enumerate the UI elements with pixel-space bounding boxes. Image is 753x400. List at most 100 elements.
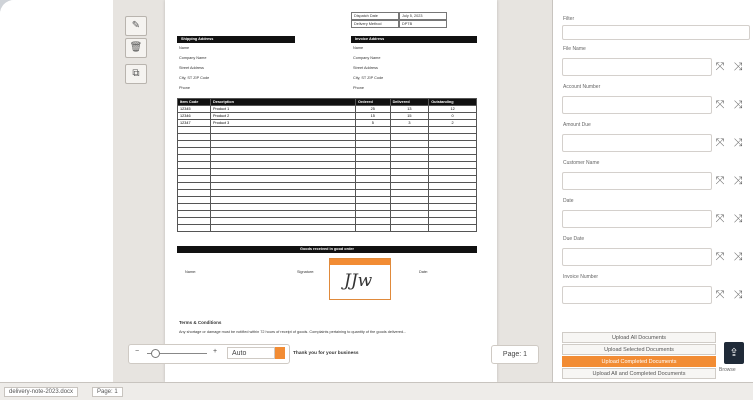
table-row-empty xyxy=(177,168,477,176)
table-cell: 12347 xyxy=(177,119,211,127)
shipping-line: Street Address xyxy=(179,66,204,70)
upload-all-completed-button[interactable]: Upload All and Completed Documents xyxy=(562,368,716,379)
items-table: Item Code Description Ordered Delivered … xyxy=(177,98,477,232)
date-input[interactable] xyxy=(562,210,712,228)
zoom-out-button[interactable]: − xyxy=(135,348,139,355)
zoom-control: − + Auto xyxy=(128,344,290,364)
field-label-account-number: Account Number xyxy=(563,84,601,90)
table-cell: 12 xyxy=(428,105,477,113)
collapse-icon[interactable]: ⤨ xyxy=(731,288,745,302)
table-row-empty xyxy=(177,154,477,162)
amount-due-input[interactable] xyxy=(562,134,712,152)
file-name-input[interactable] xyxy=(562,58,712,76)
table-row-empty xyxy=(177,182,477,190)
table-cell: Product 3 xyxy=(210,119,356,127)
delivery-label: Delivery Method xyxy=(351,20,399,28)
table-cell: 5 xyxy=(355,119,391,127)
table-row-empty xyxy=(177,126,477,134)
expand-icon[interactable]: ⤧ xyxy=(713,250,727,264)
delivery-value: DPTB xyxy=(399,20,447,28)
table-row-empty xyxy=(177,140,477,148)
table-cell: 13 xyxy=(389,105,430,113)
goods-received-title: Goods received in good order xyxy=(177,246,477,253)
upload-caption: Browse xyxy=(719,367,736,373)
table-row: 12346 Product 2 15 15 0 xyxy=(177,112,477,120)
expand-icon[interactable]: ⤧ xyxy=(713,60,727,74)
table-row-empty xyxy=(177,203,477,211)
zoom-slider-handle[interactable] xyxy=(151,349,160,358)
pen-icon[interactable]: ✎ xyxy=(125,16,147,36)
annotation-toolbar: ✎ 🗑 ⧉ xyxy=(123,0,149,382)
table-row-empty xyxy=(177,161,477,169)
collapse-icon[interactable]: ⤨ xyxy=(731,174,745,188)
signature-box[interactable]: JJw xyxy=(329,258,391,300)
expand-icon[interactable]: ⤧ xyxy=(713,98,727,112)
collapse-icon[interactable]: ⤨ xyxy=(731,250,745,264)
name-label: Name: xyxy=(185,270,197,274)
field-label-due-date: Due Date xyxy=(563,236,585,242)
page-tab[interactable]: Page: 1 xyxy=(92,387,123,397)
collapse-icon[interactable]: ⤨ xyxy=(731,136,745,150)
table-cell: 15 xyxy=(389,112,430,120)
page-indicator[interactable]: Page: 1 xyxy=(491,345,539,364)
column-header: Description xyxy=(210,98,356,106)
table-row-empty xyxy=(177,147,477,155)
table-cell: 0 xyxy=(428,112,477,120)
invoice-line: Company Name xyxy=(353,56,381,60)
field-label-customer-name: Customer Name xyxy=(563,160,600,166)
table-cell: 12346 xyxy=(177,112,211,120)
table-header-row: Item Code Description Ordered Delivered … xyxy=(177,98,477,106)
table-row-empty xyxy=(177,224,477,232)
file-tab[interactable]: delivery-note-2023.docx xyxy=(4,387,79,397)
left-gutter xyxy=(0,0,113,382)
table-cell: 15 xyxy=(355,112,391,120)
collapse-icon[interactable]: ⤨ xyxy=(731,60,745,74)
expand-icon[interactable]: ⤧ xyxy=(713,288,727,302)
customer-name-input[interactable] xyxy=(562,172,712,190)
metadata-panel: Filter File Name ⤧ ⤨ Account Number ⤧ ⤨ … xyxy=(553,0,753,382)
shipping-line: Name xyxy=(179,46,190,50)
expand-icon[interactable]: ⤧ xyxy=(713,174,727,188)
expand-icon[interactable]: ⤧ xyxy=(713,212,727,226)
copy-icon[interactable]: ⧉ xyxy=(125,64,147,84)
invoice-number-input[interactable] xyxy=(562,286,712,304)
upload-completed-button[interactable]: Upload Completed Documents xyxy=(562,356,716,367)
invoice-line: Name xyxy=(353,46,364,50)
table-cell: 3 xyxy=(389,119,430,127)
filter-input[interactable] xyxy=(562,25,750,40)
status-bar: delivery-note-2023.docx Page: 1 xyxy=(0,382,753,400)
upload-icon[interactable]: ⇪ xyxy=(724,342,744,364)
column-header: Item Code xyxy=(177,98,211,106)
table-cell: 12345 xyxy=(177,105,211,113)
upload-selected-button[interactable]: Upload Selected Documents xyxy=(562,344,716,355)
terms-text: Any shortage or damage must be notified … xyxy=(179,330,407,334)
filter-label: Filter xyxy=(563,16,575,22)
table-row: 12347 Product 3 5 3 2 xyxy=(177,119,477,127)
document-viewer[interactable]: ✎ 🗑 ⧉ Dispatch Date July 5, 2023 Deliver… xyxy=(113,0,553,382)
expand-icon[interactable]: ⤧ xyxy=(713,136,727,150)
collapse-icon[interactable]: ⤨ xyxy=(731,212,745,226)
zoom-select[interactable]: Auto xyxy=(227,347,275,359)
table-row: 12345 Product 1 25 13 12 xyxy=(177,105,477,113)
invoice-line: Phone xyxy=(353,86,364,90)
zoom-dropdown-arrow[interactable] xyxy=(275,347,285,359)
collapse-icon[interactable]: ⤨ xyxy=(731,98,745,112)
table-row-empty xyxy=(177,189,477,197)
table-row-empty xyxy=(177,133,477,141)
upload-all-button[interactable]: Upload All Documents xyxy=(562,332,716,343)
trash-icon[interactable]: 🗑 xyxy=(125,38,147,58)
dispatch-label: Dispatch Date xyxy=(351,12,399,20)
field-label-amount-due: Amount Due xyxy=(563,122,591,128)
dispatch-value: July 5, 2023 xyxy=(399,12,447,20)
field-label-invoice-number: Invoice Number xyxy=(563,274,599,280)
shipping-line: City, ST ZIP Code xyxy=(179,76,210,80)
zoom-in-button[interactable]: + xyxy=(213,348,217,355)
account-number-input[interactable] xyxy=(562,96,712,114)
shipping-title: Shipping Address xyxy=(177,36,295,43)
due-date-input[interactable] xyxy=(562,248,712,266)
terms-title: Terms & Conditions xyxy=(179,320,222,325)
date-label: Date: xyxy=(419,270,429,274)
signature: JJw xyxy=(344,271,373,291)
thank-you-text: Thank you for your business xyxy=(293,351,359,356)
signature-handle[interactable] xyxy=(330,259,390,265)
